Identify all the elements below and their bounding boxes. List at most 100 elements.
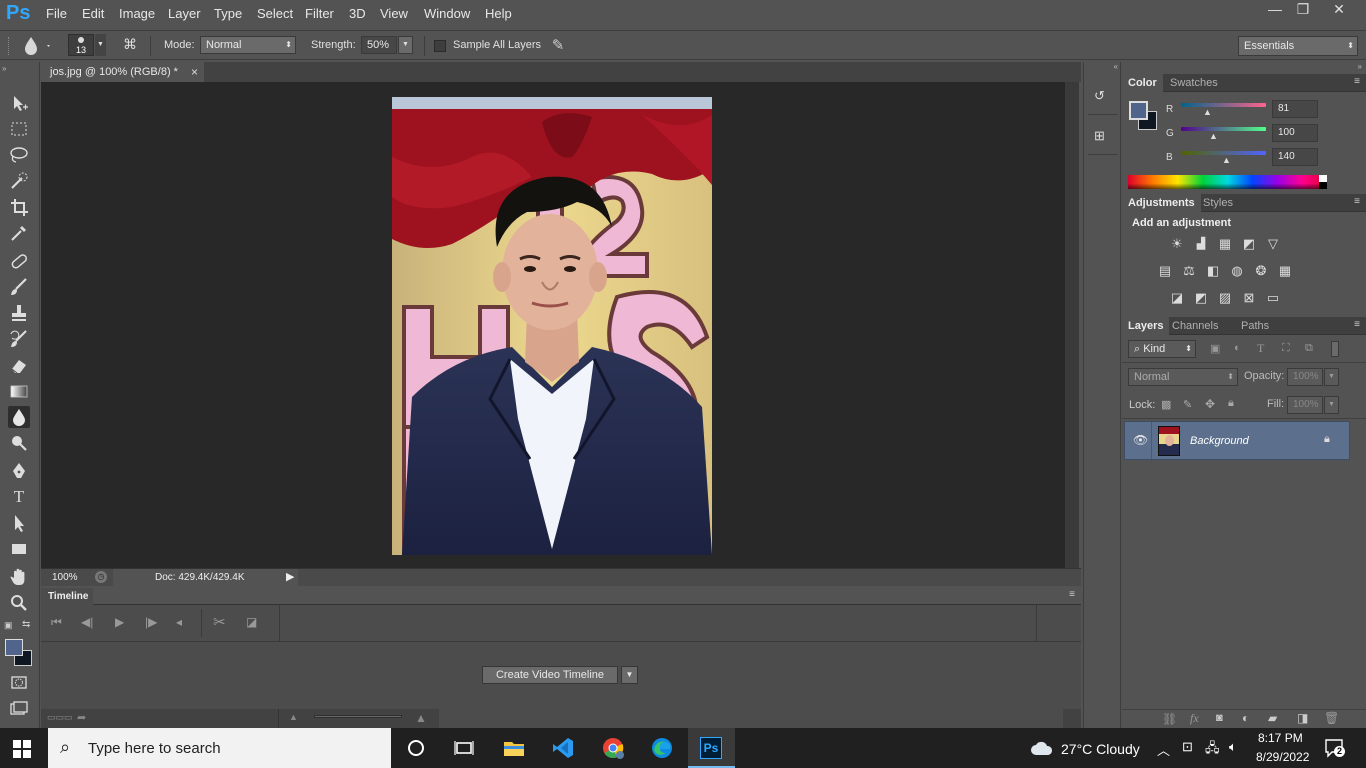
photo-filter-icon[interactable]: ◍: [1229, 263, 1245, 279]
tab-paths[interactable]: Paths: [1235, 317, 1275, 335]
lock-image-pixels-icon[interactable]: ✎: [1183, 398, 1192, 411]
fill-input[interactable]: 100%: [1287, 396, 1323, 414]
panel-menu-icon[interactable]: ≡: [1354, 319, 1360, 330]
rectangle-tool-icon[interactable]: [8, 538, 30, 560]
exposure-icon[interactable]: ◩: [1241, 236, 1257, 252]
panel-menu-icon[interactable]: ≡: [1069, 589, 1075, 600]
vibrance-icon[interactable]: ▽: [1265, 236, 1281, 252]
panel-menu-icon[interactable]: ≡: [1354, 196, 1360, 207]
brush-size-dropdown-arrow[interactable]: ▼: [95, 34, 106, 56]
history-panel-icon[interactable]: ↺: [1094, 88, 1114, 108]
previous-frame-icon[interactable]: ◀|: [81, 615, 93, 629]
eye-visibility-icon[interactable]: 👁︎: [1133, 433, 1148, 447]
edge-icon[interactable]: [650, 736, 674, 760]
sample-all-layers-checkbox[interactable]: [434, 40, 446, 52]
audio-mute-icon[interactable]: ◂: [176, 615, 182, 629]
new-adjustment-layer-icon[interactable]: ◐: [1242, 711, 1249, 725]
curves-icon[interactable]: ▦: [1217, 236, 1233, 252]
panel-menu-icon[interactable]: ≡: [1354, 76, 1360, 87]
collapse-toolbox-icon[interactable]: »: [2, 64, 6, 73]
show-hidden-icons[interactable]: ︿: [1157, 740, 1170, 759]
path-selection-tool-icon[interactable]: [8, 512, 30, 534]
minimize-button[interactable]: —: [1260, 0, 1290, 20]
eraser-tool-icon[interactable]: [8, 354, 30, 376]
invert-icon[interactable]: ◪: [1169, 290, 1185, 306]
file-explorer-icon[interactable]: [502, 736, 526, 760]
quick-mask-icon[interactable]: [8, 672, 30, 694]
g-slider[interactable]: [1181, 127, 1266, 131]
selective-color-icon[interactable]: ⊠: [1241, 290, 1257, 306]
filter-smart-object-icon[interactable]: ⧉: [1305, 342, 1313, 355]
g-slider-thumb[interactable]: ▲: [1209, 131, 1218, 141]
filter-shape-icon[interactable]: ⛶: [1282, 342, 1290, 355]
menu-layer[interactable]: Layer: [168, 6, 201, 21]
timeline-scroll-track[interactable]: [439, 709, 1063, 728]
gradient-tool-icon[interactable]: [8, 380, 30, 402]
collapse-panels-icon[interactable]: »: [1122, 62, 1366, 74]
meet-now-icon[interactable]: ⊡: [1182, 739, 1193, 755]
filter-type-icon[interactable]: T: [1257, 341, 1264, 356]
layer-style-fx-icon[interactable]: fx: [1190, 711, 1199, 726]
tab-styles[interactable]: Styles: [1197, 194, 1239, 212]
clock-date[interactable]: 8/29/2022: [1256, 750, 1309, 764]
eyedropper-tool-icon[interactable]: [8, 222, 30, 244]
render-video-icon[interactable]: ➦: [77, 711, 86, 724]
menu-help[interactable]: Help: [485, 6, 512, 21]
brush-tool-icon[interactable]: [8, 276, 30, 298]
layer-name[interactable]: Background: [1190, 435, 1249, 447]
tab-adjustments[interactable]: Adjustments: [1122, 194, 1201, 212]
clock-time[interactable]: 8:17 PM: [1258, 731, 1303, 745]
mode-dropdown[interactable]: Normal ⬍: [200, 36, 296, 54]
volume-icon[interactable]: 🔈︎: [1229, 739, 1237, 755]
layer-row[interactable]: 👁︎ Background 🔒︎: [1124, 421, 1350, 460]
color-spectrum-ramp[interactable]: [1128, 175, 1327, 189]
color-panel-foreground-swatch[interactable]: [1129, 101, 1148, 120]
posterize-icon[interactable]: ◩: [1193, 290, 1209, 306]
filter-adjustment-icon[interactable]: ◐: [1234, 342, 1241, 354]
color-balance-icon[interactable]: ⚖: [1181, 263, 1197, 279]
timeline-zoom-slider[interactable]: [314, 715, 402, 718]
opacity-dropdown-arrow[interactable]: ▼: [1324, 368, 1339, 386]
workspace-switcher[interactable]: Essentials ⬍: [1238, 36, 1358, 56]
document-tab[interactable]: jos.jpg @ 100% (RGB/8) * ×: [41, 62, 204, 82]
b-value-input[interactable]: 140: [1272, 148, 1318, 166]
menu-select[interactable]: Select: [257, 6, 293, 21]
blur-tool-icon[interactable]: [8, 406, 30, 428]
r-value-input[interactable]: 81: [1272, 100, 1318, 118]
cloud-weather-icon[interactable]: [1030, 740, 1054, 756]
tab-swatches[interactable]: Swatches: [1164, 74, 1224, 92]
notification-center-icon[interactable]: 2: [1324, 738, 1346, 758]
timeline-tab[interactable]: Timeline: [41, 588, 93, 605]
opacity-input[interactable]: 100%: [1287, 368, 1323, 386]
go-to-first-frame-icon[interactable]: ⏮: [51, 615, 62, 630]
zoom-tool-icon[interactable]: [8, 592, 30, 614]
play-icon[interactable]: ▶: [115, 615, 124, 629]
frame-animation-icon[interactable]: ▭▭▭: [47, 712, 73, 723]
b-slider-thumb[interactable]: ▲: [1222, 155, 1231, 165]
menu-type[interactable]: Type: [214, 6, 242, 21]
r-slider[interactable]: [1181, 103, 1266, 107]
fill-dropdown-arrow[interactable]: ▼: [1324, 396, 1339, 414]
timeline-mode-dropdown[interactable]: ▼: [621, 666, 638, 684]
channel-mixer-icon[interactable]: ❂: [1253, 263, 1269, 279]
lock-position-icon[interactable]: ✥: [1205, 397, 1215, 411]
windows-start-icon[interactable]: [13, 740, 31, 758]
levels-icon[interactable]: ▟: [1193, 236, 1209, 252]
add-mask-icon[interactable]: ◙: [1216, 712, 1223, 724]
quick-selection-tool-icon[interactable]: [8, 170, 30, 192]
status-info-icon[interactable]: ◷: [95, 571, 107, 583]
brightness-contrast-icon[interactable]: ☀: [1169, 236, 1185, 252]
spectrum-white-chip[interactable]: [1319, 175, 1327, 182]
marquee-tool-icon[interactable]: [8, 118, 30, 140]
clone-stamp-tool-icon[interactable]: [8, 302, 30, 324]
menu-image[interactable]: Image: [119, 6, 155, 21]
vertical-scrollbar[interactable]: [1065, 82, 1079, 568]
filter-toggle-switch[interactable]: [1331, 341, 1339, 357]
foreground-color-swatch[interactable]: [5, 639, 23, 656]
tab-layers[interactable]: Layers: [1122, 317, 1170, 335]
zoom-out-timeline-icon[interactable]: ▲: [289, 712, 298, 722]
hue-saturation-icon[interactable]: ▤: [1157, 263, 1173, 279]
menu-filter[interactable]: Filter: [305, 6, 334, 21]
menu-view[interactable]: View: [380, 6, 408, 21]
brush-panel-toggle-icon[interactable]: ⌘: [120, 36, 140, 54]
